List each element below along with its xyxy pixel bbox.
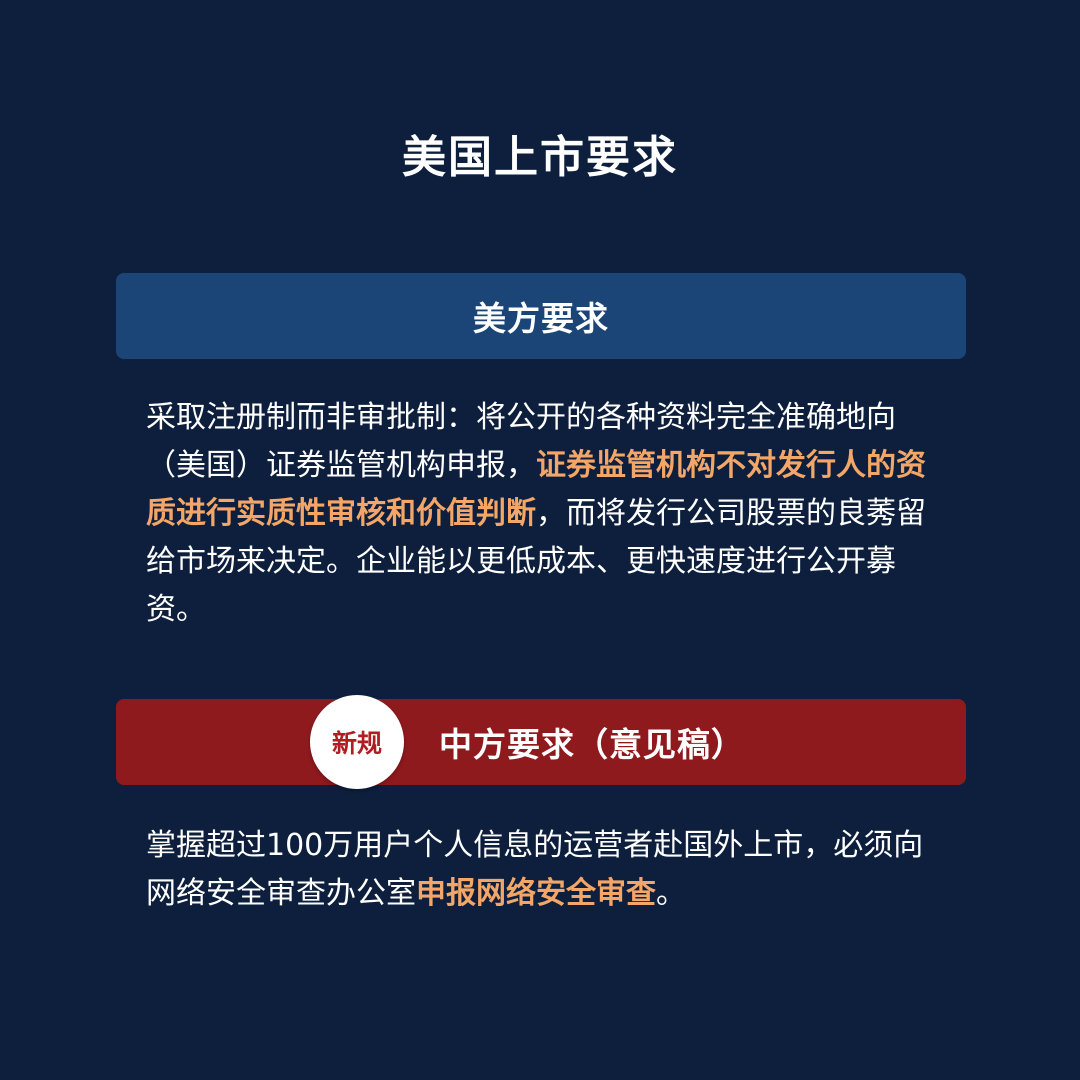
cn-requirements-banner: 新规 中方要求（意见稿）	[116, 695, 966, 789]
cn-text-after: 。	[656, 876, 686, 911]
cn-text-highlight: 申报网络安全审查	[416, 876, 656, 911]
us-requirements-banner: 美方要求	[116, 273, 966, 359]
page-title: 美国上市要求	[402, 132, 678, 183]
cn-requirements-header: 中方要求（意见稿）	[439, 725, 745, 764]
us-requirements-header: 美方要求	[473, 299, 609, 338]
cn-requirements-text: 掌握超过100万用户个人信息的运营者赴国外上市，必须向网络安全审查办公室申报网络…	[146, 822, 936, 918]
us-requirements-text: 采取注册制而非审批制：将公开的各种资料完全准确地向（美国）证券监管机构申报，证券…	[146, 394, 936, 634]
